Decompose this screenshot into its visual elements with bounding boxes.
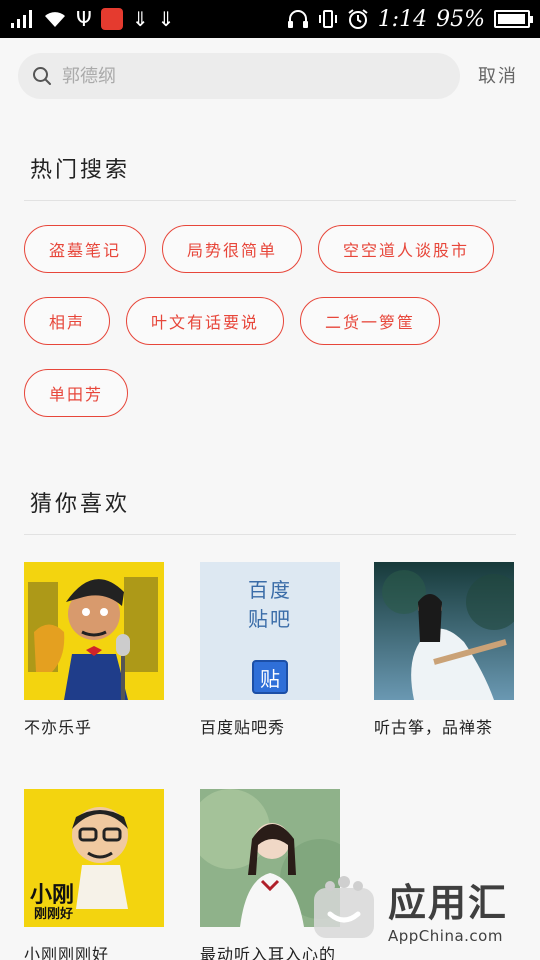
recommend-title: 猜你喜欢 <box>30 492 131 517</box>
appchina-logo-icon <box>314 876 374 938</box>
hot-tag[interactable]: 局势很简单 <box>162 225 303 273</box>
tag-row: 盗墓笔记 局势很简单 空空道人谈股市 <box>24 225 524 273</box>
search-bar: 取消 <box>0 38 540 114</box>
headphones-icon <box>287 10 308 28</box>
clock-time: 1:14 <box>377 6 428 32</box>
cancel-button[interactable]: 取消 <box>478 62 518 88</box>
wifi-icon <box>45 12 65 27</box>
card-title: 不亦乐乎 <box>24 718 93 737</box>
search-icon <box>33 67 51 85</box>
status-bar-right: 1:14 95% <box>287 6 533 32</box>
search-input[interactable] <box>62 65 442 87</box>
cartoon-man-thumbnail <box>24 562 164 700</box>
tag-row: 单田芳 <box>24 369 524 417</box>
hot-search-divider <box>24 200 516 201</box>
battery-level-fill <box>498 14 525 24</box>
status-bar-left: Ψ ⇓ ⇓ <box>10 8 174 30</box>
tieba-badge: 贴 <box>252 660 288 694</box>
recommend-card[interactable]: 小刚 刚刚好 小刚刚刚好 <box>24 789 174 960</box>
battery-icon <box>494 10 533 28</box>
guzheng-player-thumbnail <box>374 562 514 700</box>
status-bar: Ψ ⇓ ⇓ 1:14 95% <box>0 0 540 38</box>
card-title: 听古筝，品禅茶 <box>374 718 494 737</box>
hot-tag[interactable]: 二货一箩筐 <box>300 297 441 345</box>
thumb-text: 刚刚好 <box>34 907 74 922</box>
hot-tag[interactable]: 盗墓笔记 <box>24 225 147 273</box>
signal-icon <box>11 10 32 28</box>
watermark-sub: AppChina.com <box>388 926 503 945</box>
hot-tag[interactable]: 相声 <box>24 297 111 345</box>
recommend-card[interactable]: 百度 贴吧 贴 百度贴吧秀 <box>200 562 350 738</box>
hot-search-tags: 盗墓笔记 局势很简单 空空道人谈股市 相声 叶文有话要说 二货一箩筐 单田芳 <box>24 225 524 441</box>
card-title: 百度贴吧秀 <box>200 718 286 737</box>
vibrate-icon <box>318 10 337 28</box>
watermark-main: 应用汇 <box>388 880 509 925</box>
baidu-tieba-thumbnail: 百度 贴吧 贴 <box>200 562 340 700</box>
thumb-text: 贴吧 <box>248 607 292 631</box>
download-icon: ⇓ <box>131 7 149 31</box>
alarm-icon <box>348 9 368 29</box>
hot-tag[interactable]: 单田芳 <box>24 369 129 417</box>
thumb-text: 百度 <box>248 578 292 602</box>
appchina-watermark: 应用汇 AppChina.com <box>308 868 532 948</box>
card-title: 小刚刚刚好 <box>24 945 110 960</box>
search-box[interactable] <box>18 53 460 99</box>
hot-tag[interactable]: 空空道人谈股市 <box>318 225 495 273</box>
tag-row: 相声 叶文有话要说 二货一箩筐 <box>24 297 524 345</box>
recommend-divider <box>24 534 516 535</box>
recommend-card[interactable]: 不亦乐乎 <box>24 562 174 738</box>
recommend-card[interactable]: 听古筝，品禅茶 <box>374 562 524 738</box>
hot-search-title: 热门搜索 <box>30 158 131 183</box>
cartoon-xiaogang-thumbnail: 小刚 刚刚好 <box>24 789 164 927</box>
download-icon: ⇓ <box>157 7 175 31</box>
app-notification-icon <box>100 8 123 30</box>
battery-percent: 95% <box>436 6 485 32</box>
hot-tag[interactable]: 叶文有话要说 <box>126 297 285 345</box>
usb-icon: Ψ <box>76 7 92 31</box>
watermark-text: 应用汇 AppChina.com <box>388 872 508 945</box>
